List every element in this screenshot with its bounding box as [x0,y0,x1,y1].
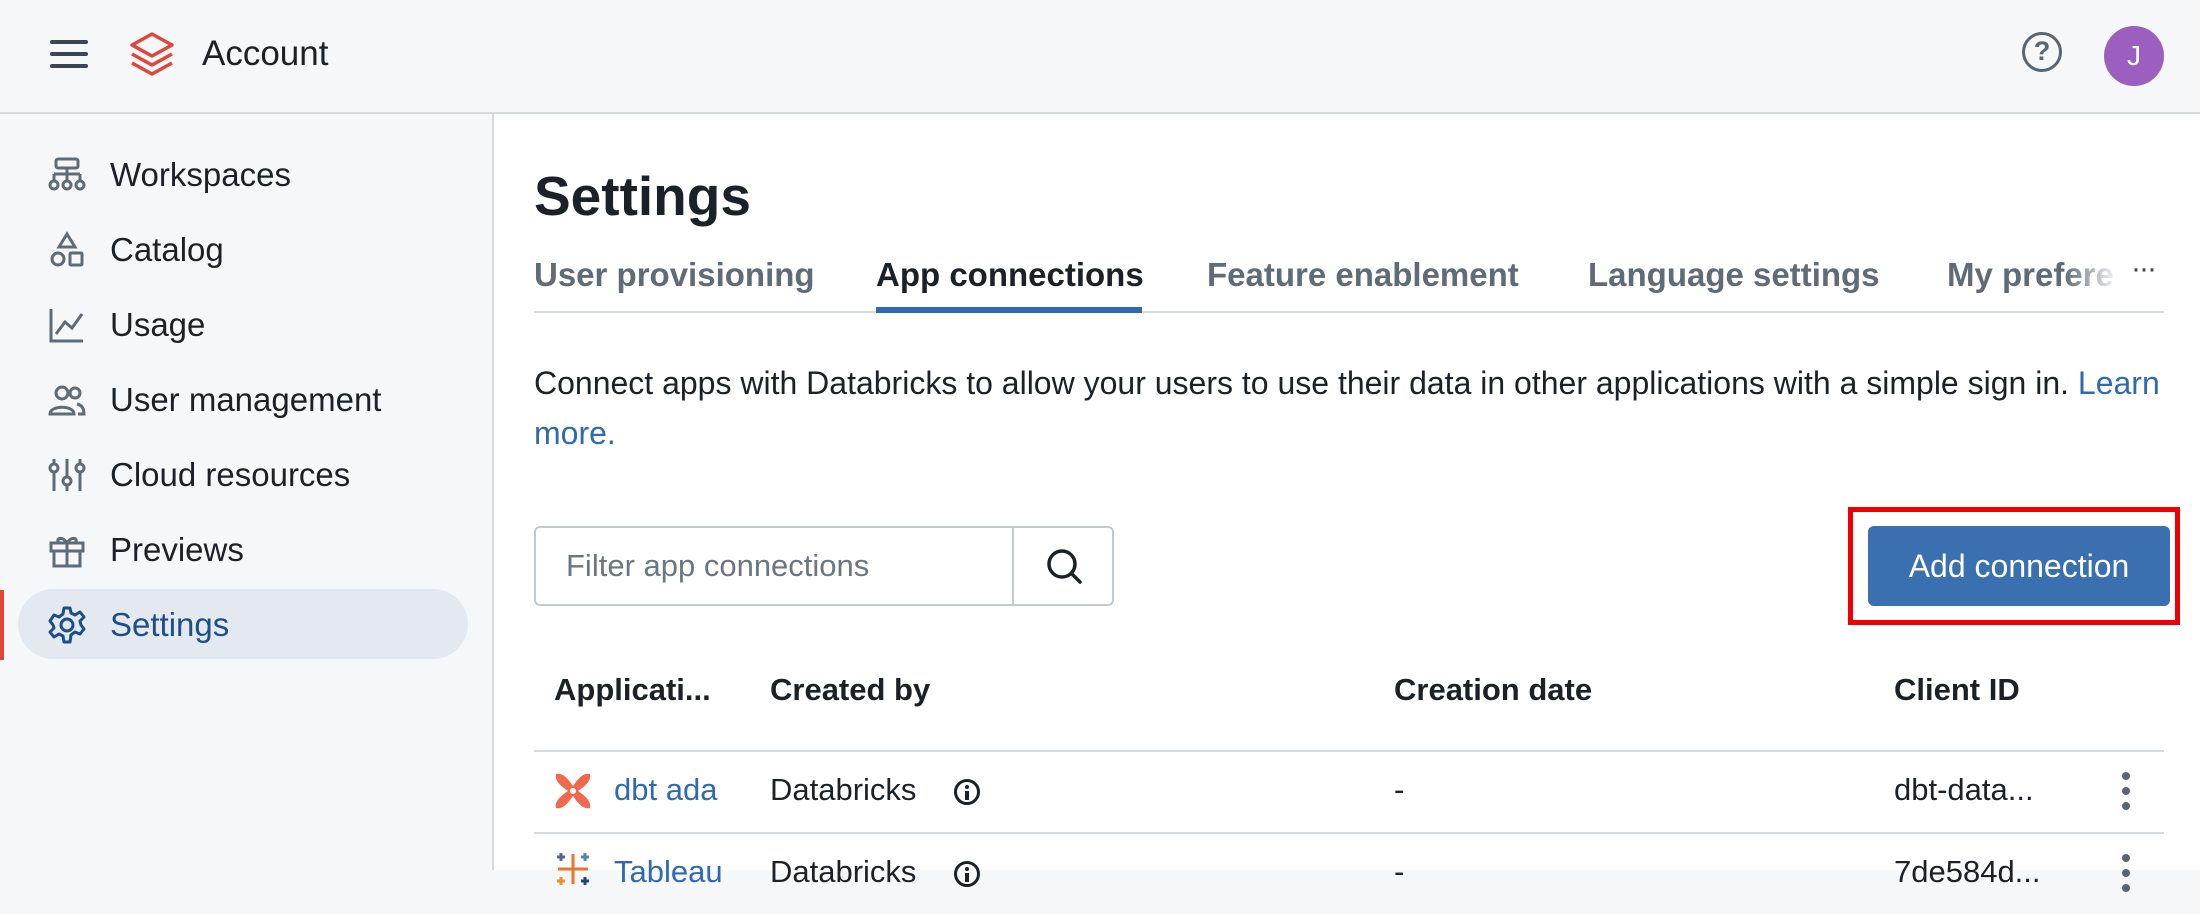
row-actions-more-icon[interactable] [2121,772,2131,812]
app-name-link[interactable]: Tableau [614,854,723,890]
column-header-created-by[interactable]: Created by [770,672,930,708]
info-icon[interactable] [954,779,980,805]
sidebar-item-label: Catalog [110,231,224,268]
sidebar-item-previews[interactable]: Previews [18,514,468,584]
creation-date-cell: - [1394,854,1405,889]
sidebar-item-workspaces[interactable]: Workspaces [18,139,468,209]
sidebar-item-cloud-resources[interactable]: Cloud resources [18,439,468,509]
sidebar-item-label: Previews [110,531,244,568]
catalog-icon [50,231,84,267]
column-header-creation-date[interactable]: Creation date [1394,672,1592,708]
search-icon [1047,549,1082,584]
column-header-client-id[interactable]: Client ID [1894,672,2020,708]
avatar[interactable]: J [2104,26,2164,86]
hamburger-menu-icon[interactable] [50,38,88,70]
created-by-cell: Databricks [770,854,917,889]
app-title: Account [202,34,329,73]
add-connection-button[interactable]: Add connection [1868,526,2170,606]
tab-user-provisioning[interactable]: User provisioning [534,256,815,294]
row-actions-more-icon[interactable] [2121,854,2131,894]
filter-app-connections-input[interactable] [536,528,1012,604]
active-tab-indicator [876,307,1142,313]
sidebar-item-label: Usage [110,306,206,343]
client-id-cell: dbt-data... [1894,772,2034,807]
dbt-logo-icon [555,773,591,809]
info-icon[interactable] [954,861,980,887]
sidebar: Workspaces Catalog Usage User management… [0,114,494,870]
table-row[interactable]: dbt ada Databricks - dbt-data... [534,752,2164,832]
usage-chart-icon [49,309,84,343]
client-id-cell: 7de584d... [1894,854,2041,889]
tab-language-settings[interactable]: Language settings [1588,256,1880,294]
filter-box [534,526,1114,606]
column-header-application[interactable]: Applicati... [554,672,711,708]
sidebar-item-label: Settings [110,606,230,643]
help-icon[interactable]: ? [2022,32,2062,72]
creation-date-cell: - [1394,772,1405,807]
users-icon [48,385,86,416]
app-name-link[interactable]: dbt ada [614,772,717,808]
databricks-logo-icon [130,32,174,76]
gift-icon [49,536,85,568]
sidebar-item-label: Workspaces [110,156,291,193]
sidebar-item-user-management[interactable]: User management [18,364,468,434]
tabs-overflow-more-icon[interactable]: ··· [2118,252,2168,292]
description: Connect apps with Databricks to allow yo… [534,358,2164,458]
table-row[interactable]: Tableau Databricks - 7de584d... [534,834,2164,914]
tabs-divider [534,311,2164,313]
main-content: Settings User provisioning App connectio… [494,114,2200,892]
active-item-marker [0,590,4,660]
sliders-icon [48,459,86,491]
top-bar: Account ? J [0,0,2200,114]
sidebar-item-usage[interactable]: Usage [18,289,468,359]
gear-icon [48,606,86,644]
sidebar-item-settings[interactable]: Settings [18,589,468,659]
page-title: Settings [534,165,751,227]
description-text: Connect apps with Databricks to allow yo… [534,365,2069,401]
tab-app-connections[interactable]: App connections [876,256,1144,294]
workspaces-icon [48,157,86,191]
sidebar-item-label: User management [110,381,382,418]
tab-feature-enablement[interactable]: Feature enablement [1207,256,1519,294]
created-by-cell: Databricks [770,772,917,807]
sidebar-item-catalog[interactable]: Catalog [18,214,468,284]
sidebar-item-label: Cloud resources [110,456,351,493]
search-button[interactable] [1012,528,1112,604]
tableau-logo-icon [557,853,589,885]
